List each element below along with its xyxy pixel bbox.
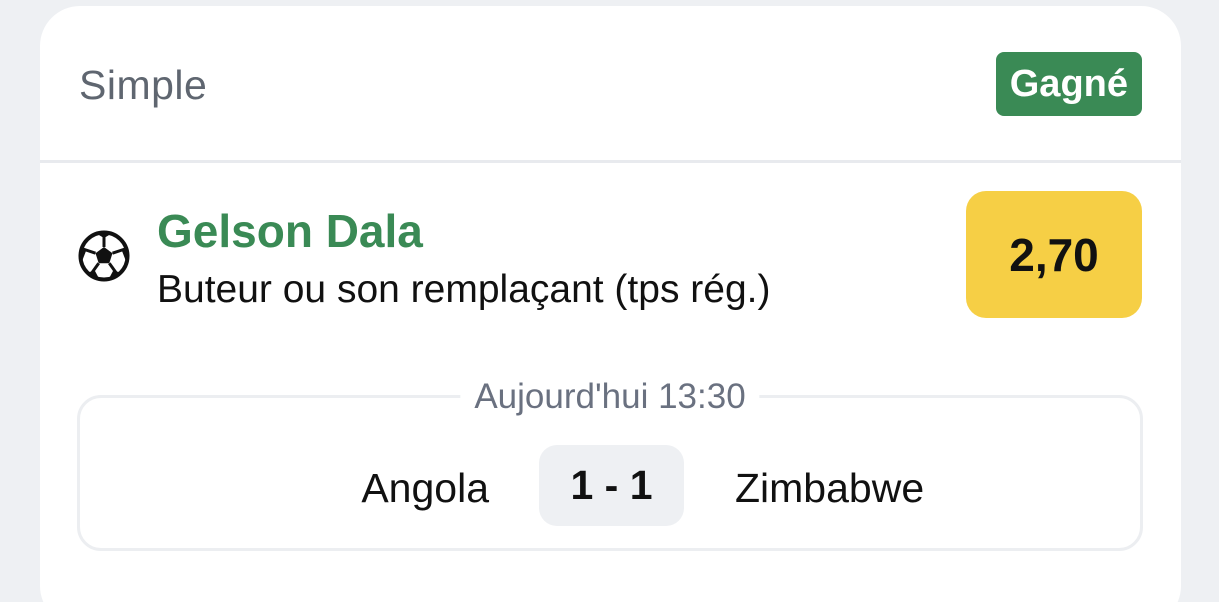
market-description: Buteur ou son remplaçant (tps rég.) xyxy=(157,268,771,311)
bet-type-label: Simple xyxy=(79,62,208,108)
odds-button[interactable]: 2,70 xyxy=(966,191,1142,318)
bet-card-header: Simple Gagné xyxy=(40,6,1181,163)
match-info[interactable]: Aujourd'hui 13:30 Angola 1 - 1 Zimbabwe xyxy=(77,378,1143,551)
status-badge: Gagné xyxy=(995,52,1142,116)
soccer-ball-icon xyxy=(78,230,130,282)
home-team: Angola xyxy=(361,465,489,511)
player-name: Gelson Dala xyxy=(157,205,423,257)
away-team: Zimbabwe xyxy=(735,465,925,511)
bet-card: Simple Gagné Gelson Dala Buteur ou son r… xyxy=(40,6,1181,602)
match-time: Aujourd'hui 13:30 xyxy=(460,378,760,416)
match-score: 1 - 1 xyxy=(539,445,684,526)
